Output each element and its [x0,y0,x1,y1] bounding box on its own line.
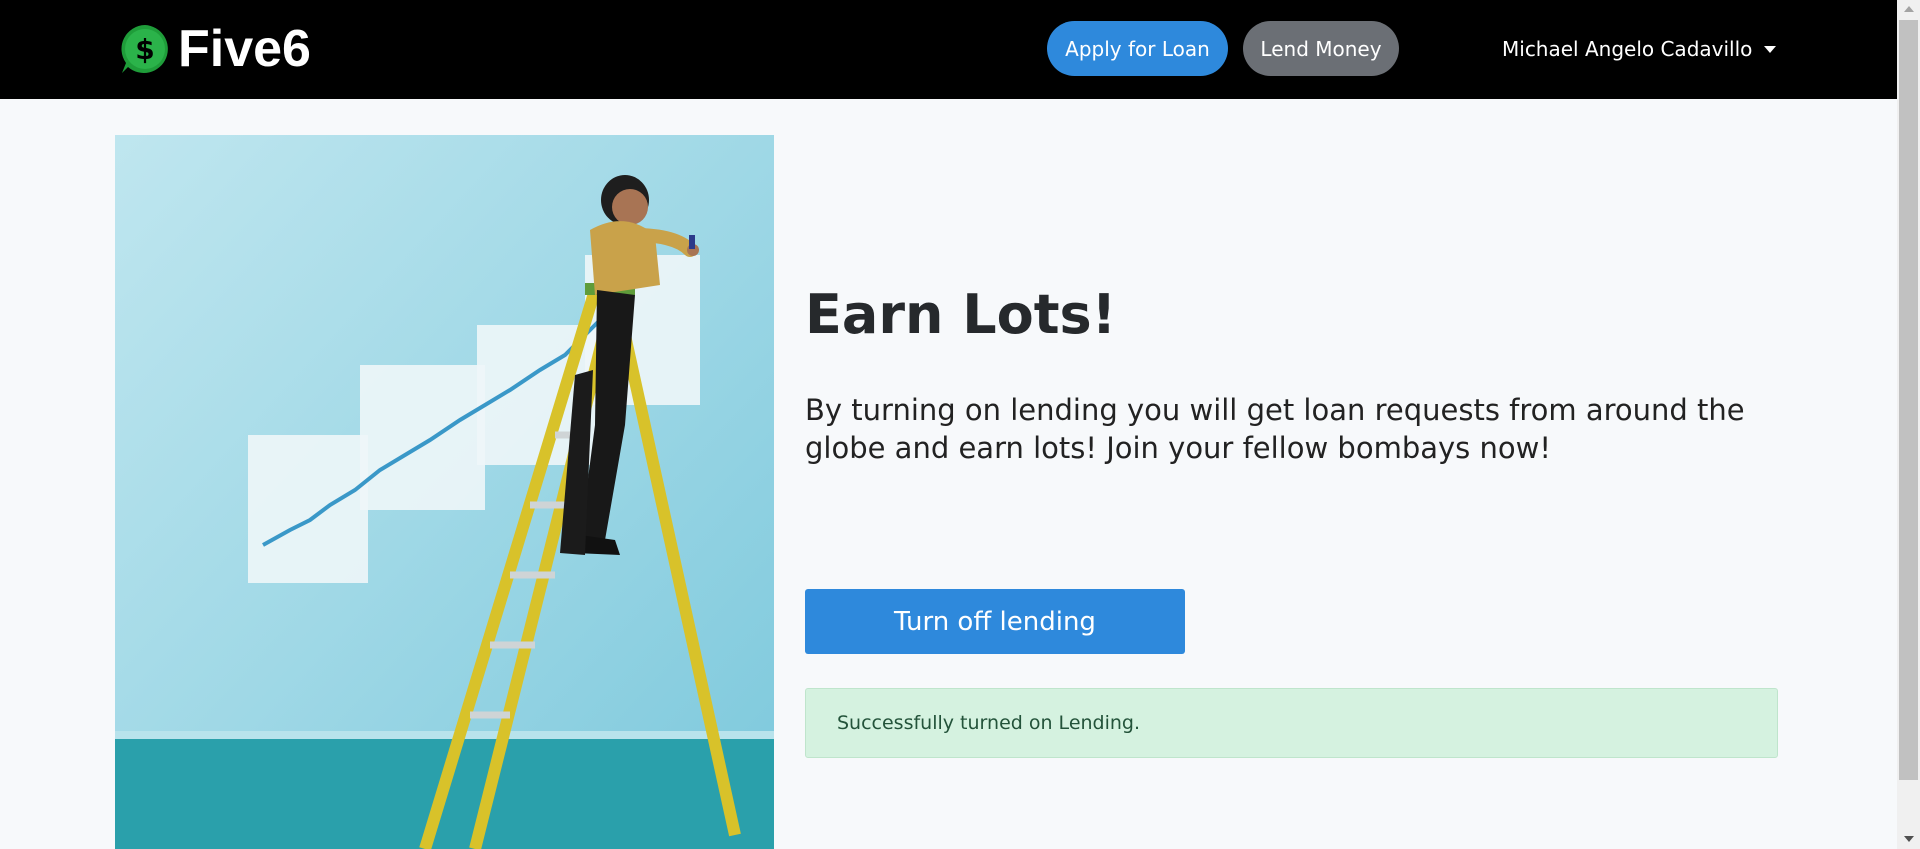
dollar-bubble-icon: $ [118,22,172,76]
scroll-down-arrow-icon[interactable] [1904,836,1914,842]
vertical-scrollbar[interactable] [1897,0,1920,849]
hero-image-man-on-ladder [115,135,774,849]
top-navbar: $ Five6 Apply for Loan Lend Money Michae… [0,0,1897,99]
brand-logo-link[interactable]: $ Five6 [118,22,311,76]
page-title: Earn Lots! [805,283,1117,346]
lend-money-button[interactable]: Lend Money [1243,21,1399,76]
user-dropdown[interactable]: Michael Angelo Cadavillo [1502,34,1777,64]
turn-off-lending-button[interactable]: Turn off lending [805,589,1185,654]
scroll-up-arrow-icon[interactable] [1904,6,1914,12]
apply-for-loan-button[interactable]: Apply for Loan [1047,21,1228,76]
scroll-thumb[interactable] [1899,20,1918,780]
lending-description: By turning on lending you will get loan … [805,393,1745,465]
caret-down-icon [1764,45,1777,53]
alert-message: Successfully turned on Lending. [837,712,1141,734]
success-alert: Successfully turned on Lending. [805,688,1778,758]
svg-text:$: $ [135,33,154,66]
brand-name: Five6 [178,20,311,78]
user-name: Michael Angelo Cadavillo [1502,37,1753,61]
